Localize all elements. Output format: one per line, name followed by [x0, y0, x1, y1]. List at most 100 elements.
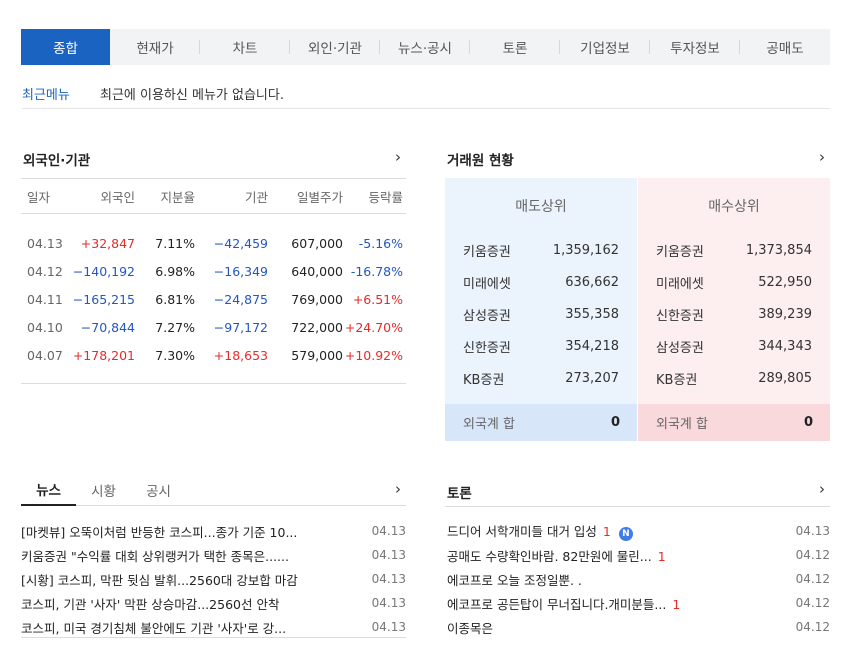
foreign-sum-label: 외국계 합 — [463, 417, 515, 432]
cell-institution: −42,459 — [213, 235, 268, 251]
post-title[interactable]: 공매도 수량확인바람. 82만원에 물린... — [447, 549, 652, 564]
foreign-sum-label: 외국계 합 — [656, 417, 708, 432]
tab-news-disclosure[interactable]: 뉴스·공시 — [380, 29, 470, 65]
chevron-right-icon[interactable]: › — [395, 482, 401, 497]
cell-foreign: −70,844 — [80, 319, 135, 335]
cell-institution: −16,349 — [213, 263, 268, 279]
broker-row: 삼성증권 344,343 — [638, 330, 830, 362]
foreign-sum-row: 외국계 합 0 — [638, 404, 830, 441]
broker-volume: 273,207 — [565, 370, 619, 386]
post-title[interactable]: 드디어 서학개미들 대거 입성 — [447, 524, 597, 539]
post-title[interactable]: 이종목은 — [447, 621, 493, 636]
broker-name: KB증권 — [463, 372, 505, 388]
cell-institution: +18,653 — [213, 347, 268, 363]
cell-close-price: 722,000 — [291, 319, 343, 335]
list-item[interactable]: 키움증권 "수익률 대회 상위랭커가 택한 종목은...... 04.13 — [21, 543, 406, 567]
news-title[interactable]: 코스피, 미국 경기침체 불안에도 기관 '사자'로 강... — [21, 618, 286, 637]
list-item[interactable]: 코스피, 미국 경기침체 불안에도 기관 '사자'로 강... 04.13 — [21, 615, 406, 639]
list-item[interactable]: 에코프로 공든탑이 무너집니다.개미분들... 1 04.12 — [447, 591, 830, 615]
news-date: 04.13 — [371, 620, 406, 634]
news-title[interactable]: [시황] 코스피, 막판 뒷심 발휘...2560대 강보합 마감 — [21, 570, 298, 589]
cell-institution: −24,875 — [213, 291, 268, 307]
news-tabs: 뉴스 시황 공시 — [21, 474, 406, 506]
foreign-sum-row: 외국계 합 0 — [445, 404, 637, 441]
list-item[interactable]: 에코프로 오늘 조정일뿐. . 04.12 — [447, 567, 830, 591]
chevron-right-icon[interactable]: › — [819, 150, 825, 165]
news-title[interactable]: [마켓뷰] 오뚝이처럼 반등한 코스피...종가 기준 10... — [21, 522, 297, 541]
chevron-right-icon[interactable]: › — [819, 482, 825, 497]
tab-foreign-institution[interactable]: 외인·기관 — [290, 29, 380, 65]
cell-institution: −97,172 — [213, 319, 268, 335]
comment-count: 1 — [672, 596, 681, 612]
cell-share: 6.98% — [155, 263, 195, 279]
tab-market[interactable]: 시황 — [76, 474, 131, 506]
news-date: 04.13 — [371, 596, 406, 610]
broker-name: KB증권 — [656, 372, 698, 388]
broker-volume: 636,662 — [565, 274, 619, 290]
list-item[interactable]: 공매도 수량확인바람. 82만원에 물린... 1 04.12 — [447, 543, 830, 567]
comment-count: 1 — [602, 524, 611, 539]
table-row: 04.10 −70,844 7.27% −97,172 722,000 +24.… — [21, 313, 406, 341]
post-title-wrap: 에코프로 오늘 조정일뿐. . — [447, 570, 582, 589]
table-row: 04.07 +178,201 7.30% +18,653 579,000 +10… — [21, 341, 406, 369]
broker-volume: 1,359,162 — [552, 242, 619, 258]
table-header: 일자 외국인 지분율 기관 일별주가 등락률 — [21, 178, 406, 214]
news-list: [마켓뷰] 오뚝이처럼 반등한 코스피...종가 기준 10... 04.13 키… — [21, 519, 406, 639]
table-row: 04.12 −140,192 6.98% −16,349 640,000 -16… — [21, 257, 406, 285]
news-title[interactable]: 코스피, 기관 '사자' 막판 상승마감...2560선 안착 — [21, 594, 279, 613]
news-title[interactable]: 키움증권 "수익률 대회 상위랭커가 택한 종목은...... — [21, 546, 289, 565]
broker-status-panel: 매도상위 키움증권 1,359,162 미래에셋 636,662 삼성증권 355,3… — [445, 178, 830, 441]
header-change-rate: 등락률 — [368, 189, 403, 205]
broker-row: 신한증권 354,218 — [445, 330, 637, 362]
post-title[interactable]: 에코프로 오늘 조정일뿐. . — [447, 573, 582, 588]
tab-label: 차트 — [232, 41, 258, 57]
cell-share: 7.11% — [155, 235, 195, 251]
list-item[interactable]: [마켓뷰] 오뚝이처럼 반등한 코스피...종가 기준 10... 04.13 — [21, 519, 406, 543]
tab-discussion[interactable]: 토론 — [470, 29, 560, 65]
broker-name: 삼성증권 — [463, 308, 511, 324]
broker-volume: 389,239 — [758, 306, 812, 322]
tab-investment-info[interactable]: 투자정보 — [650, 29, 740, 65]
cell-close-price: 579,000 — [291, 347, 343, 363]
tab-short-selling[interactable]: 공매도 — [740, 29, 830, 65]
tab-news[interactable]: 뉴스 — [21, 474, 76, 506]
post-date: 04.12 — [795, 620, 830, 634]
broker-name: 키움증권 — [656, 244, 704, 260]
cell-share: 7.30% — [155, 347, 195, 363]
tab-summary[interactable]: 종합 — [21, 29, 110, 65]
broker-row: 키움증권 1,359,162 — [445, 234, 637, 266]
tab-label: 현재가 — [136, 41, 174, 57]
broker-volume: 344,343 — [758, 338, 812, 354]
tab-chart[interactable]: 차트 — [200, 29, 290, 65]
tab-label: 뉴스·공시 — [398, 41, 452, 57]
recent-menu-message: 최근에 이용하신 메뉴가 없습니다. — [100, 87, 284, 103]
header-share: 지분율 — [160, 189, 195, 205]
chevron-right-icon[interactable]: › — [395, 150, 401, 165]
comment-count: 1 — [657, 548, 666, 564]
broker-row: 삼성증권 355,358 — [445, 298, 637, 330]
tab-disclosure[interactable]: 공시 — [131, 474, 186, 506]
recent-menu-label[interactable]: 최근메뉴 — [22, 84, 100, 103]
broker-row: KB증권 273,207 — [445, 362, 637, 394]
cell-date: 04.07 — [27, 347, 63, 363]
broker-volume: 354,218 — [565, 338, 619, 354]
post-date: 04.13 — [795, 524, 830, 538]
list-item[interactable]: 코스피, 기관 '사자' 막판 상승마감...2560선 안착 04.13 — [21, 591, 406, 615]
post-title[interactable]: 에코프로 공든탑이 무너집니다.개미분들... — [447, 597, 666, 612]
post-title-wrap: 공매도 수량확인바람. 82만원에 물린... 1 — [447, 546, 666, 565]
list-item[interactable]: 이종목은 04.12 — [447, 615, 830, 639]
foreign-sum-value: 0 — [610, 415, 620, 430]
buy-top-header: 매수상위 — [708, 199, 760, 215]
broker-row: 미래에셋 522,950 — [638, 266, 830, 298]
list-item[interactable]: [시황] 코스피, 막판 뒷심 발휘...2560대 강보합 마감 04.13 — [21, 567, 406, 591]
tab-current-price[interactable]: 현재가 — [110, 29, 200, 65]
list-item[interactable]: 드디어 서학개미들 대거 입성 1 N 04.13 — [447, 519, 830, 543]
post-title-wrap: 이종목은 — [447, 618, 493, 637]
tab-label: 종합 — [53, 41, 78, 57]
cell-date: 04.11 — [27, 291, 63, 307]
tab-company-info[interactable]: 기업정보 — [560, 29, 650, 65]
cell-date: 04.13 — [27, 235, 63, 251]
cell-share: 7.27% — [155, 319, 195, 335]
cell-change-rate: -16.78% — [350, 263, 403, 279]
header-institution: 기관 — [244, 189, 268, 205]
